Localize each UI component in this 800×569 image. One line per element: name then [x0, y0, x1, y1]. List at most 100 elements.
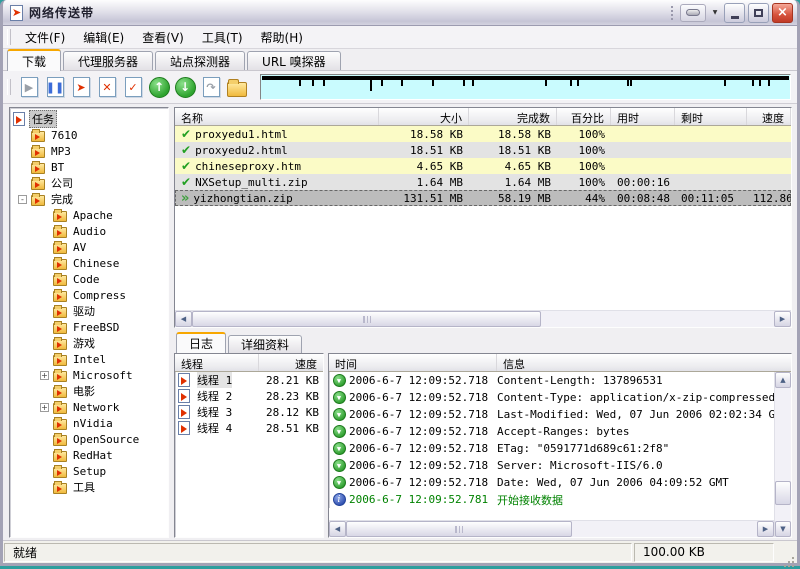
menu-file[interactable]: 文件(F)	[16, 27, 74, 48]
col-time[interactable]: 时间	[329, 354, 497, 371]
log-row[interactable]: ▼2006-6-7 12:09:52.718Content-Type: appl…	[329, 389, 774, 406]
folder-icon	[31, 131, 45, 142]
download-row[interactable]: ✔chineseproxy.htm 4.65 KB 4.65 KB 100%	[175, 158, 791, 174]
tree-item[interactable]: 7610	[13, 127, 168, 143]
col-done[interactable]: 完成数	[469, 108, 557, 125]
download-list-hscrollbar[interactable]: ◀ ▶	[175, 310, 791, 327]
tree-item[interactable]: 公司	[13, 175, 168, 191]
tree-item[interactable]: Code	[13, 271, 168, 287]
thread-row[interactable]: 线程 3 28.12 KB	[175, 404, 323, 420]
start-button[interactable]: ➤	[68, 74, 94, 100]
tab-url-sniffer[interactable]: URL 嗅探器	[247, 51, 341, 70]
log-row[interactable]: ▼2006-6-7 12:09:52.718Server: Microsoft-…	[329, 457, 774, 474]
tree-item[interactable]: Intel	[13, 351, 168, 367]
tree-item[interactable]: Setup	[13, 463, 168, 479]
tree-item[interactable]: 游戏	[13, 335, 168, 351]
resize-grip[interactable]	[775, 543, 797, 562]
col-remaining[interactable]: 剩时	[675, 108, 747, 125]
move-down-button[interactable]: ↓	[172, 74, 198, 100]
delete-button[interactable]: ✕	[94, 74, 120, 100]
col-message[interactable]: 信息	[497, 354, 791, 371]
log-row[interactable]: ▼2006-6-7 12:09:52.718Accept-Ranges: byt…	[329, 423, 774, 440]
open-file-button[interactable]: ↷	[198, 74, 224, 100]
menu-help[interactable]: 帮助(H)	[252, 27, 312, 48]
verify-button[interactable]: ✓	[120, 74, 146, 100]
menu-view[interactable]: 查看(V)	[133, 27, 193, 48]
menu-edit[interactable]: 编辑(E)	[74, 27, 133, 48]
tree-root[interactable]: 任务	[13, 111, 168, 127]
col-name[interactable]: 名称	[175, 108, 379, 125]
toolbar-gripper[interactable]	[7, 79, 11, 95]
tree-item[interactable]: Apache	[13, 207, 168, 223]
tree-item[interactable]: Audio	[13, 223, 168, 239]
new-task-button[interactable]: ▶	[16, 74, 42, 100]
col-elapsed[interactable]: 用时	[611, 108, 675, 125]
move-up-button[interactable]: ↑	[146, 74, 172, 100]
collapse-icon[interactable]: -	[18, 195, 27, 204]
col-thread[interactable]: 线程	[175, 354, 259, 371]
tree-item[interactable]: FreeBSD	[13, 319, 168, 335]
tab-details[interactable]: 详细资料	[228, 335, 302, 353]
thread-row[interactable]: 线程 4 28.51 KB	[175, 420, 323, 436]
folder-icon	[53, 371, 67, 382]
thread-row[interactable]: 线程 1 28.21 KB	[175, 372, 323, 388]
tree-item[interactable]: OpenSource	[13, 431, 168, 447]
col-size[interactable]: 大小	[379, 108, 469, 125]
tree-item[interactable]: Chinese	[13, 255, 168, 271]
scroll-right-icon[interactable]: ▶	[774, 311, 791, 327]
menubar-gripper[interactable]	[7, 29, 11, 45]
scroll-right-icon[interactable]: ▶	[757, 521, 774, 537]
menu-tools[interactable]: 工具(T)	[193, 27, 252, 48]
tab-proxy-server[interactable]: 代理服务器	[63, 51, 153, 70]
log-vscrollbar[interactable]: ▲ ▼	[774, 372, 791, 537]
tree-item-collapsed[interactable]: +Network	[13, 399, 168, 415]
expand-icon[interactable]: +	[40, 403, 49, 412]
download-row[interactable]: ✔NXSetup_multi.zip 1.64 MB 1.64 MB 100% …	[175, 174, 791, 190]
download-row[interactable]: ✔proxyedu1.html 18.58 KB 18.58 KB 100%	[175, 126, 791, 142]
log-row[interactable]: ▼2006-6-7 12:09:52.718Date: Wed, 07 Jun …	[329, 474, 774, 491]
scroll-down-icon[interactable]: ▼	[775, 521, 791, 537]
pause-button[interactable]: ❚❚	[42, 74, 68, 100]
scroll-thumb[interactable]	[775, 481, 791, 505]
log-hscrollbar[interactable]: ◀ ▶	[329, 520, 774, 537]
minimize-button[interactable]	[724, 3, 745, 23]
download-row[interactable]: ✔proxyedu2.html 18.51 KB 18.51 KB 100%	[175, 142, 791, 158]
folder-icon	[53, 307, 67, 318]
float-tool-button[interactable]	[680, 4, 706, 22]
tree-item[interactable]: MP3	[13, 143, 168, 159]
tab-log[interactable]: 日志	[176, 332, 226, 353]
tab-site-explorer[interactable]: 站点探测器	[155, 51, 245, 70]
titlebar-drag-handle-icon[interactable]	[670, 4, 675, 22]
tree-item-collapsed[interactable]: +Microsoft	[13, 367, 168, 383]
chevron-down-icon[interactable]: ▼	[709, 4, 721, 22]
col-percent[interactable]: 百分比	[557, 108, 611, 125]
col-thread-speed[interactable]: 速度	[259, 354, 323, 371]
log-row[interactable]: ▼2006-6-7 12:09:52.718Last-Modified: Wed…	[329, 406, 774, 423]
scroll-up-icon[interactable]: ▲	[775, 372, 791, 388]
scroll-left-icon[interactable]: ◀	[329, 521, 346, 537]
tree-item[interactable]: 驱动	[13, 303, 168, 319]
thread-row[interactable]: 线程 2 28.23 KB	[175, 388, 323, 404]
tree-item[interactable]: BT	[13, 159, 168, 175]
scroll-left-icon[interactable]: ◀	[175, 311, 192, 327]
log-row[interactable]: ▼2006-6-7 12:09:52.718ETag: "0591771d689…	[329, 440, 774, 457]
close-button[interactable]: ×	[772, 3, 793, 23]
tree-item[interactable]: nVidia	[13, 415, 168, 431]
download-row-selected[interactable]: »yizhongtian.zip 131.51 MB 58.19 MB 44% …	[175, 190, 791, 206]
col-speed[interactable]: 速度	[747, 108, 791, 125]
open-folder-button[interactable]	[224, 74, 250, 100]
tree-item-expanded[interactable]: -完成	[13, 191, 168, 207]
restore-button[interactable]	[748, 3, 769, 23]
gadget-icon	[686, 9, 700, 16]
tree-item[interactable]: AV	[13, 239, 168, 255]
scroll-thumb[interactable]	[192, 311, 541, 327]
expand-icon[interactable]: +	[40, 371, 49, 380]
log-row-highlight[interactable]: i2006-6-7 12:09:52.781开始接收数据	[329, 491, 774, 508]
scroll-thumb[interactable]	[346, 521, 572, 537]
tree-item[interactable]: 工具	[13, 479, 168, 495]
log-row[interactable]: ▼2006-6-7 12:09:52.718Content-Length: 13…	[329, 372, 774, 389]
tab-download[interactable]: 下载	[7, 49, 61, 71]
tree-item[interactable]: 电影	[13, 383, 168, 399]
tree-item[interactable]: RedHat	[13, 447, 168, 463]
tree-item[interactable]: Compress	[13, 287, 168, 303]
